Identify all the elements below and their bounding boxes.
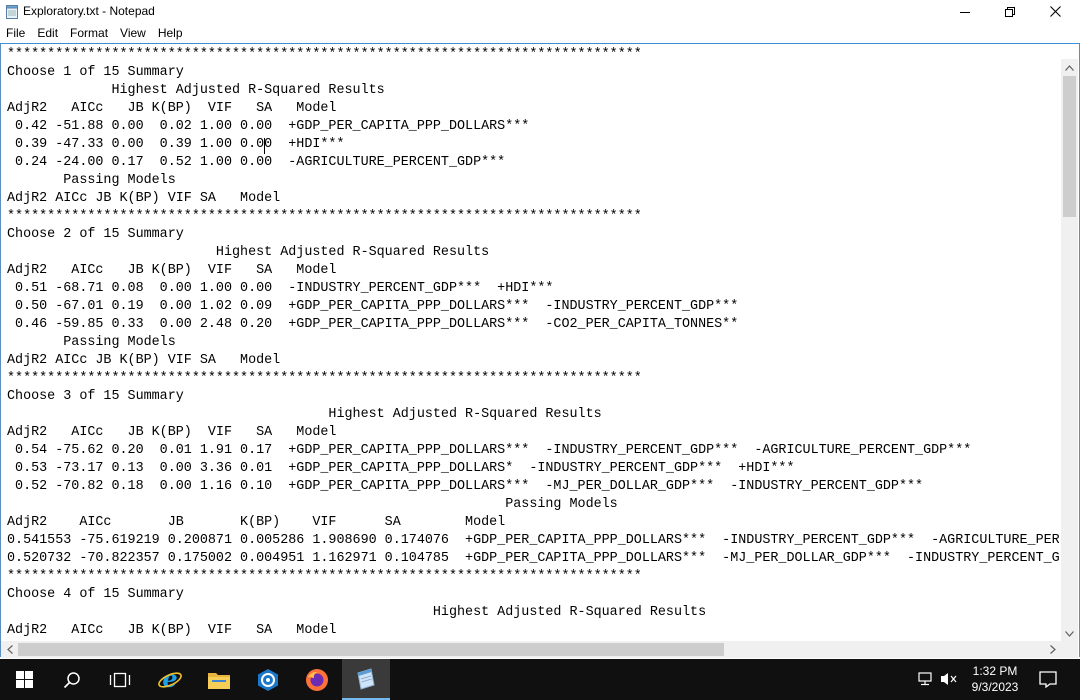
- menu-edit[interactable]: Edit: [31, 23, 64, 43]
- chevron-right-icon: [1049, 645, 1056, 654]
- text-line: 0.50 -67.01 0.19 0.00 1.02 0.09 +GDP_PER…: [7, 299, 739, 314]
- text-line: 0.39 -47.33 0.00 0.39 1.00 0.00 +HDI***: [7, 137, 345, 152]
- menu-format[interactable]: Format: [64, 23, 114, 43]
- scrollbar-corner: [1061, 641, 1078, 658]
- notepad-taskbar-button[interactable]: [342, 659, 390, 700]
- text-line: Choose 2 of 15 Summary: [7, 227, 184, 242]
- text-line: Passing Models: [7, 335, 176, 350]
- chevron-up-icon: [1065, 64, 1074, 71]
- notification-icon: [1039, 671, 1057, 689]
- text-line: AdjR2 AICc JB K(BP) VIF SA Model: [7, 101, 337, 116]
- text-line: 0.53 -73.17 0.13 0.00 3.36 0.01 +GDP_PER…: [7, 461, 795, 476]
- text-editor[interactable]: ****************************************…: [0, 43, 1080, 657]
- taskbar: e 1:32 PM 9/3/2023: [0, 659, 1080, 700]
- text-line: Highest Adjusted R-Squared Results: [7, 605, 707, 620]
- text-line: Choose 1 of 15 Summary: [7, 65, 184, 80]
- text-line: ****************************************…: [7, 209, 642, 224]
- text-line: AdjR2 AICc JB K(BP) VIF SA Model: [7, 263, 337, 278]
- restore-icon: [1005, 6, 1015, 17]
- text-line: 0.520732 -70.822357 0.175002 0.004951 1.…: [7, 551, 1059, 566]
- text-line: AdjR2 AICc JB K(BP) VIF SA Model: [7, 353, 281, 368]
- menu-help[interactable]: Help: [152, 23, 189, 43]
- chevron-left-icon: [6, 645, 13, 654]
- search-button[interactable]: [48, 659, 96, 700]
- text-line: 0.51 -68.71 0.08 0.00 1.00 0.00 -INDUSTR…: [7, 281, 554, 296]
- text-line: Choose 4 of 15 Summary: [7, 587, 184, 602]
- system-clock[interactable]: 1:32 PM 9/3/2023: [960, 663, 1030, 695]
- search-icon: [63, 671, 80, 688]
- chevron-down-icon: [1065, 630, 1074, 637]
- scroll-up-button[interactable]: [1061, 59, 1078, 76]
- internet-explorer-button[interactable]: e: [146, 659, 194, 700]
- svg-text:e: e: [162, 667, 177, 693]
- text-line: 0.46 -59.85 0.33 0.00 2.48 0.20 +GDP_PER…: [7, 317, 739, 332]
- text-line: 0.52 -70.82 0.18 0.00 1.16 0.10 +GDP_PER…: [7, 479, 924, 494]
- text-line: AdjR2 AICc JB K(BP) VIF SA Model: [7, 191, 281, 206]
- text-line: Passing Models: [7, 173, 176, 188]
- network-icon[interactable]: [918, 671, 936, 692]
- text-line: 0.54 -75.62 0.20 0.01 1.91 0.17 +GDP_PER…: [7, 443, 972, 458]
- firefox-button[interactable]: [293, 659, 341, 700]
- minimize-icon: [960, 11, 970, 13]
- scroll-right-button[interactable]: [1044, 641, 1061, 658]
- start-button[interactable]: [0, 659, 48, 700]
- text-line: Highest Adjusted R-Squared Results: [7, 83, 385, 98]
- text-line: ****************************************…: [7, 47, 642, 62]
- text-line: Passing Models: [7, 497, 618, 512]
- text-line: Choose 3 of 15 Summary: [7, 389, 184, 404]
- firefox-icon: [306, 668, 328, 691]
- file-explorer-button[interactable]: [195, 659, 243, 700]
- arcgis-icon: [258, 668, 278, 691]
- restore-button[interactable]: [987, 0, 1033, 23]
- vertical-scrollbar[interactable]: [1061, 59, 1078, 642]
- text-line: ****************************************…: [7, 569, 642, 584]
- task-view-button[interactable]: [96, 659, 144, 700]
- notepad-app-icon: [6, 5, 18, 19]
- minimize-button[interactable]: [942, 0, 988, 23]
- text-line: AdjR2 AICc JB K(BP) VIF SA Model: [7, 425, 337, 440]
- window-title: Exploratory.txt - Notepad: [23, 4, 155, 18]
- text-line: ****************************************…: [7, 371, 642, 386]
- task-view-icon: [109, 672, 131, 687]
- close-button[interactable]: [1032, 0, 1078, 23]
- text-line: AdjR2 AICc JB K(BP) VIF SA Model: [7, 623, 337, 638]
- menu-view[interactable]: View: [114, 23, 152, 43]
- action-center-button[interactable]: [1036, 667, 1060, 691]
- volume-muted-icon[interactable]: [940, 671, 958, 692]
- text-content[interactable]: ****************************************…: [7, 46, 1059, 642]
- internet-explorer-icon: e: [158, 667, 182, 693]
- scroll-down-button[interactable]: [1061, 625, 1078, 642]
- text-line: Highest Adjusted R-Squared Results: [7, 245, 490, 260]
- text-line: 0.541553 -75.619219 0.200871 0.005286 1.…: [7, 533, 1059, 548]
- text-line: AdjR2 AICc JB K(BP) VIF SA Model: [7, 515, 506, 530]
- horizontal-scroll-thumb[interactable]: [18, 643, 724, 656]
- text-line: 0.42 -51.88 0.00 0.02 1.00 0.00 +GDP_PER…: [7, 119, 530, 134]
- scroll-left-button[interactable]: [1, 641, 18, 658]
- arcgis-button[interactable]: [244, 659, 292, 700]
- vertical-scroll-thumb[interactable]: [1063, 76, 1076, 217]
- text-caret: [264, 138, 265, 154]
- text-line: 0.24 -24.00 0.17 0.52 1.00 0.00 -AGRICUL…: [7, 155, 506, 170]
- horizontal-scrollbar[interactable]: [1, 641, 1061, 658]
- menu-file[interactable]: File: [0, 23, 31, 43]
- file-explorer-icon: [208, 672, 230, 689]
- text-line: Highest Adjusted R-Squared Results: [7, 407, 602, 422]
- menu-bar: File Edit Format View Help: [0, 23, 1080, 43]
- start-icon: [15, 671, 33, 688]
- notepad-icon: [357, 667, 375, 690]
- clock-time: 1:32 PM: [972, 664, 1018, 678]
- clock-date: 9/3/2023: [971, 680, 1019, 694]
- close-icon: [1049, 6, 1061, 17]
- title-bar[interactable]: Exploratory.txt - Notepad: [0, 0, 1080, 23]
